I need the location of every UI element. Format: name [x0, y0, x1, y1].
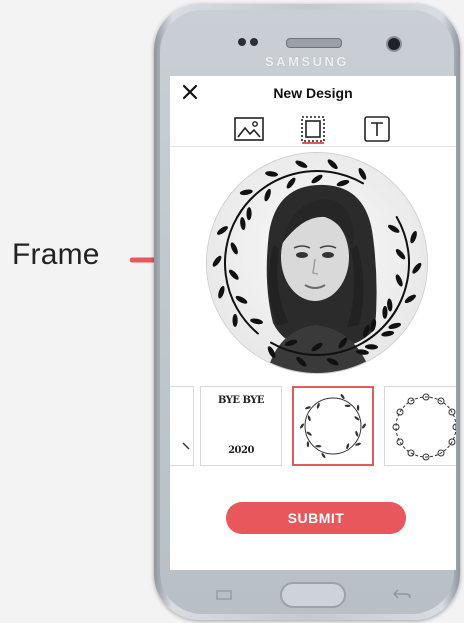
wreath-leaf	[246, 207, 252, 221]
frame-thumbnail-partial[interactable]	[170, 386, 194, 466]
sensor-dot	[238, 38, 246, 46]
tool-tabs	[170, 112, 456, 146]
divider	[170, 146, 456, 147]
wreath-leaf	[410, 230, 417, 244]
wreath-leaf	[311, 342, 323, 352]
front-camera	[386, 36, 402, 52]
phone-bezel: SAMSUNG New Design BYE BYE 2020 SUBMIT	[160, 10, 456, 614]
wreath-leaf	[327, 159, 338, 170]
wreath-leaf	[387, 298, 393, 312]
phone-device: SAMSUNG New Design BYE BYE 2020 SUBMIT	[154, 4, 460, 620]
flower-wreath-icon	[392, 393, 456, 461]
mini-leaf	[344, 404, 351, 407]
mini-leaf	[362, 423, 366, 429]
wreath-leaf	[284, 339, 298, 347]
wreath-leaf	[216, 226, 228, 235]
wreath-leaf	[370, 319, 377, 332]
frame-thumbnail-bye-bye-2020[interactable]: BYE BYE 2020	[200, 386, 282, 466]
thumbnail-bottom-text: 2020	[228, 445, 254, 456]
wreath-leaf	[338, 337, 348, 349]
wreath-leaf	[240, 217, 246, 231]
wreath-leaf	[395, 249, 406, 260]
wreath-leaf	[250, 318, 263, 325]
earpiece-speaker	[286, 38, 342, 48]
mini-leaf	[315, 445, 322, 448]
frame-thumbnail-flower-wreath[interactable]	[384, 386, 456, 466]
wreath-leaf	[336, 179, 350, 187]
wreath-leaf	[230, 242, 238, 255]
app-bar: New Design	[170, 76, 456, 110]
text-icon[interactable]	[360, 112, 394, 146]
wreath-leaf	[382, 305, 388, 319]
wreath-leaf	[218, 286, 225, 299]
wreath-leaf	[239, 189, 253, 196]
wreath-leaf	[286, 177, 296, 189]
wreath-leaf	[388, 322, 402, 330]
image-icon[interactable]	[232, 112, 266, 146]
mini-flower	[396, 408, 404, 416]
wreath-leaf	[388, 224, 400, 233]
brand-logo: SAMSUNG	[265, 54, 349, 69]
wreath-leaf	[326, 358, 339, 366]
wreath-leaf	[355, 349, 369, 355]
recent-apps-icon[interactable]	[216, 590, 232, 600]
wreath-leaf	[235, 295, 248, 304]
frame-thumbnails: BYE BYE 2020	[170, 384, 456, 468]
wreath-leaf	[404, 294, 416, 304]
mini-leaf	[306, 441, 310, 448]
wreath-leaf	[363, 324, 370, 338]
leaf-wreath-frame	[212, 159, 422, 367]
wreath-leaf	[212, 255, 222, 267]
partial-frame-icon	[182, 442, 190, 450]
wreath-leaf	[265, 171, 279, 177]
active-tab-indicator	[302, 142, 324, 144]
wreath-leaf	[296, 356, 307, 367]
wreath-leaf	[412, 262, 422, 274]
frame-icon[interactable]	[296, 112, 330, 146]
sensor-dot	[250, 38, 258, 46]
wreath-leaf	[264, 188, 271, 202]
design-preview	[206, 152, 428, 374]
back-icon[interactable]	[392, 588, 412, 602]
wreath-leaf	[295, 160, 308, 168]
mini-flower	[396, 438, 404, 446]
wreath-leaf	[358, 168, 367, 180]
wreath-leaf	[267, 346, 276, 358]
mini-leaf	[307, 415, 311, 422]
wreath-leaf	[395, 274, 403, 287]
wreath-leaf	[232, 313, 238, 327]
wreath-branch	[270, 308, 398, 356]
mini-leaf	[300, 423, 304, 429]
frame-thumbnail-leaf-wreath[interactable]	[292, 386, 374, 466]
annotation-label: Frame	[12, 238, 100, 271]
mini-leaf	[355, 430, 359, 437]
wreath-leaf	[228, 269, 239, 280]
thumbnail-top-text: BYE BYE	[217, 395, 265, 406]
mini-leaf	[356, 404, 360, 411]
app-screen: New Design BYE BYE 2020 SUBMIT	[170, 76, 456, 570]
wreath-branch	[236, 170, 364, 218]
wreath-leaf	[311, 174, 323, 184]
home-button[interactable]	[280, 582, 346, 608]
page-title: New Design	[273, 85, 353, 101]
wreath-leaf	[381, 330, 395, 337]
submit-button[interactable]: SUBMIT	[226, 502, 406, 534]
wreath-leaf	[364, 344, 378, 350]
leaf-wreath-icon	[300, 394, 366, 458]
